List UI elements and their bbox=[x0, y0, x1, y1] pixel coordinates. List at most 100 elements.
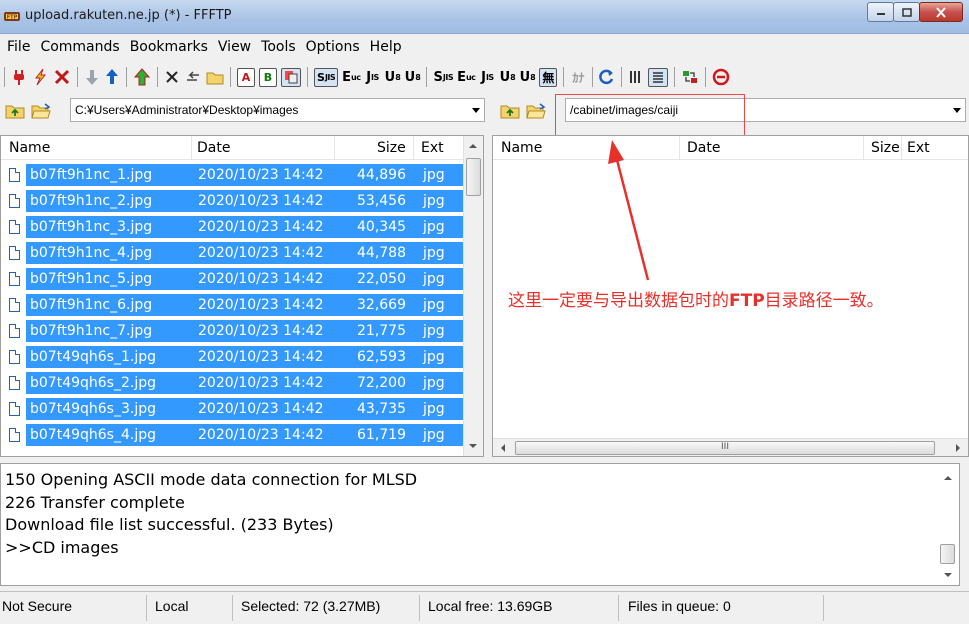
remote-horizontal-scrollbar[interactable]: III bbox=[493, 438, 968, 456]
euc-remote-button[interactable]: Euc bbox=[340, 65, 362, 89]
status-bar: Not Secure Local Selected: 72 (3.27MB) L… bbox=[0, 591, 969, 624]
scroll-down-icon[interactable] bbox=[944, 573, 952, 577]
local-col-ext[interactable]: Ext bbox=[421, 140, 444, 156]
sync-folders-button[interactable] bbox=[679, 65, 701, 89]
quick-connect-button[interactable] bbox=[29, 65, 51, 89]
utf8bom-local-button[interactable]: U8 bbox=[517, 65, 537, 89]
menu-help[interactable]: Help bbox=[365, 39, 407, 55]
remote-col-date[interactable]: Date bbox=[687, 140, 720, 156]
close-button[interactable] bbox=[919, 2, 963, 22]
local-col-size[interactable]: Size bbox=[377, 140, 406, 156]
local-vertical-scrollbar[interactable] bbox=[463, 136, 483, 456]
disconnect-button[interactable] bbox=[51, 65, 73, 89]
file-name: b07t49qh6s_3.jpg bbox=[30, 401, 156, 417]
utf8n-local-button[interactable]: U8 bbox=[497, 65, 517, 89]
sjis-remote-button[interactable]: S JIS bbox=[314, 67, 339, 87]
arrow-up-green-icon bbox=[133, 68, 151, 86]
column-divider[interactable] bbox=[334, 136, 335, 160]
download-button[interactable] bbox=[82, 65, 102, 89]
sjis-local-button[interactable]: S JIS bbox=[431, 65, 455, 89]
scroll-grip: III bbox=[721, 442, 729, 452]
chevron-down-icon[interactable] bbox=[953, 108, 961, 113]
scroll-up-icon[interactable] bbox=[469, 144, 477, 148]
menu-commands[interactable]: Commands bbox=[35, 39, 124, 55]
local-col-name[interactable]: Name bbox=[9, 140, 50, 156]
jis-remote-button[interactable]: J IS bbox=[362, 65, 382, 89]
mirror-upload-button[interactable] bbox=[131, 65, 153, 89]
file-row[interactable]: b07ft9h1nc_1.jpg 2020/10/23 14:42 44,896 jp… bbox=[1, 162, 463, 188]
menu-options[interactable]: Options bbox=[301, 39, 365, 55]
utf8bom-remote-button[interactable]: U8 bbox=[402, 65, 422, 89]
log-line: 226 Transfer complete bbox=[5, 493, 185, 512]
maximize-button[interactable] bbox=[893, 2, 920, 22]
file-row[interactable]: b07t49qh6s_3.jpg 2020/10/23 14:42 43,735 jp… bbox=[1, 396, 463, 422]
chevron-down-icon[interactable] bbox=[472, 108, 480, 113]
column-divider[interactable] bbox=[901, 136, 902, 160]
log-line: 150 Opening ASCII mode data connection f… bbox=[5, 470, 418, 489]
local-col-date[interactable]: Date bbox=[197, 140, 230, 156]
utf8bom-local-label: U bbox=[519, 69, 531, 85]
remote-col-size[interactable]: Size bbox=[871, 140, 900, 156]
euc-local-button[interactable]: Euc bbox=[455, 65, 477, 89]
local-up-folder-button[interactable] bbox=[4, 101, 26, 121]
file-size: 53,456 bbox=[357, 193, 406, 209]
list-view-button[interactable] bbox=[626, 65, 646, 89]
minimize-button[interactable] bbox=[867, 2, 894, 22]
binary-mode-button[interactable]: B bbox=[259, 67, 277, 87]
no-conversion-button[interactable]: 無 bbox=[539, 67, 558, 87]
connect-button[interactable] bbox=[9, 65, 29, 89]
column-divider[interactable] bbox=[863, 136, 864, 160]
remote-up-folder-button[interactable] bbox=[499, 101, 521, 121]
scroll-thumb[interactable]: III bbox=[515, 441, 935, 455]
column-divider[interactable] bbox=[413, 136, 414, 160]
file-row[interactable]: b07ft9h1nc_6.jpg 2020/10/23 14:42 32,669 jp… bbox=[1, 292, 463, 318]
new-folder-button[interactable] bbox=[204, 65, 226, 89]
details-view-button[interactable] bbox=[648, 67, 669, 87]
menu-bookmarks[interactable]: Bookmarks bbox=[125, 39, 213, 55]
file-row[interactable]: b07ft9h1nc_4.jpg 2020/10/23 14:42 44,788 jp… bbox=[1, 240, 463, 266]
utf8n-remote-button[interactable]: U8 bbox=[382, 65, 402, 89]
utf8n-local-label: U bbox=[499, 69, 511, 85]
local-open-folder-button[interactable] bbox=[30, 101, 52, 121]
column-divider[interactable] bbox=[191, 136, 192, 160]
file-row[interactable]: b07ft9h1nc_3.jpg 2020/10/23 14:42 40,345 jp… bbox=[1, 214, 463, 240]
file-row[interactable]: b07t49qh6s_2.jpg 2020/10/23 14:42 72,200 jp… bbox=[1, 370, 463, 396]
scroll-right-icon[interactable] bbox=[956, 444, 960, 452]
delete-button[interactable] bbox=[162, 65, 182, 89]
log-panel[interactable]: 150 Opening ASCII mode data connection f… bbox=[0, 463, 960, 586]
rename-button[interactable] bbox=[182, 65, 204, 89]
file-row[interactable]: b07ft9h1nc_7.jpg 2020/10/23 14:42 21,775 jp… bbox=[1, 318, 463, 344]
refresh-button[interactable] bbox=[597, 65, 617, 89]
sjis-label: S bbox=[317, 70, 325, 84]
file-row[interactable]: b07t49qh6s_1.jpg 2020/10/23 14:42 62,593 jp… bbox=[1, 344, 463, 370]
arrow-up-icon bbox=[106, 69, 118, 84]
scroll-thumb[interactable] bbox=[940, 544, 955, 564]
remote-open-folder-button[interactable] bbox=[525, 101, 547, 121]
auto-mode-button[interactable] bbox=[281, 67, 301, 87]
euc-label: E bbox=[342, 69, 352, 85]
window-title: upload.rakuten.ne.jp (*) - FFFTP bbox=[25, 8, 232, 23]
file-name: b07ft9h1nc_6.jpg bbox=[30, 297, 153, 313]
kana-convert-button[interactable]: ｶﾅ bbox=[568, 65, 588, 89]
file-row[interactable]: b07ft9h1nc_5.jpg 2020/10/23 14:42 22,050 jp… bbox=[1, 266, 463, 292]
local-file-list[interactable]: Name Date Size Ext b07ft9h1nc_1.jpg 2020/… bbox=[0, 135, 484, 457]
ascii-mode-button[interactable]: A bbox=[237, 67, 255, 87]
scroll-thumb[interactable] bbox=[466, 158, 481, 196]
menu-file[interactable]: File bbox=[2, 39, 35, 55]
scroll-down-icon[interactable] bbox=[469, 444, 477, 448]
log-vertical-scrollbar[interactable] bbox=[939, 464, 959, 585]
jis-local-button[interactable]: J IS bbox=[477, 65, 497, 89]
column-divider[interactable] bbox=[679, 136, 680, 160]
upload-button[interactable] bbox=[102, 65, 122, 89]
local-path-text: C:¥Users¥Administrator¥Desktop¥images bbox=[75, 103, 299, 117]
local-path-field[interactable]: C:¥Users¥Administrator¥Desktop¥images bbox=[70, 98, 485, 122]
remote-col-ext[interactable]: Ext bbox=[907, 140, 930, 156]
menu-view[interactable]: View bbox=[213, 39, 256, 55]
remote-col-name[interactable]: Name bbox=[501, 140, 542, 156]
file-row[interactable]: b07t49qh6s_4.jpg 2020/10/23 14:42 61,719 jp… bbox=[1, 422, 463, 448]
stop-button[interactable] bbox=[710, 65, 732, 89]
scroll-left-icon[interactable] bbox=[501, 444, 505, 452]
scroll-up-icon[interactable] bbox=[944, 476, 952, 480]
menu-tools[interactable]: Tools bbox=[256, 39, 301, 55]
file-row[interactable]: b07ft9h1nc_2.jpg 2020/10/23 14:42 53,456 jp… bbox=[1, 188, 463, 214]
